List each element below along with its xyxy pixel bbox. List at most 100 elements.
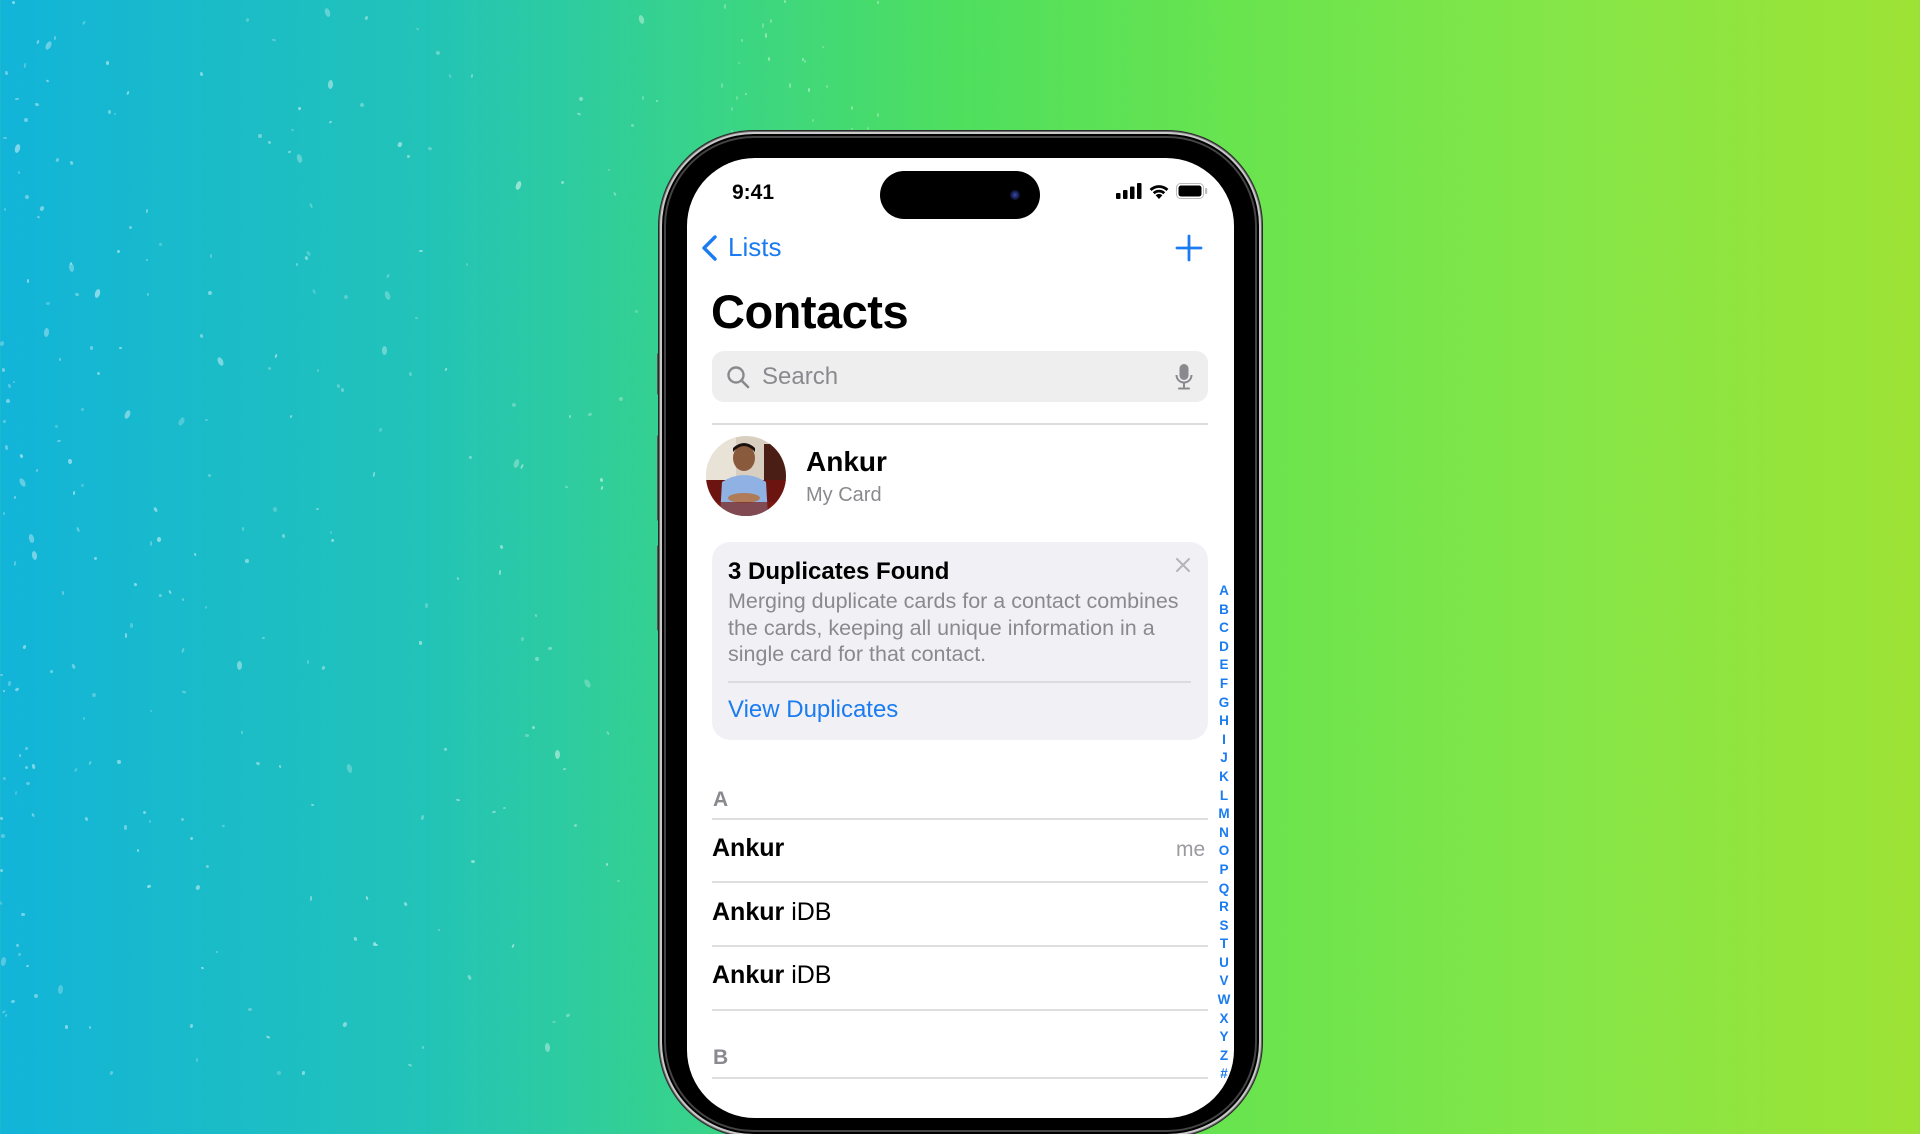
index-letter[interactable]: J bbox=[1220, 749, 1228, 768]
background-speck bbox=[520, 636, 524, 642]
plus-icon bbox=[1175, 234, 1203, 262]
index-letter[interactable]: K bbox=[1219, 768, 1229, 787]
index-letter[interactable]: H bbox=[1219, 712, 1229, 731]
background-speck bbox=[5, 397, 11, 404]
background-speck bbox=[33, 993, 38, 999]
index-letter[interactable]: L bbox=[1220, 787, 1228, 806]
background-speck bbox=[564, 485, 568, 489]
battery-icon bbox=[1176, 183, 1208, 199]
search-bar[interactable] bbox=[712, 351, 1208, 402]
background-speck bbox=[4, 1013, 9, 1018]
background-speck bbox=[1, 367, 6, 373]
view-duplicates-button[interactable]: View Duplicates bbox=[728, 696, 898, 724]
me-tag: me bbox=[1176, 838, 1206, 861]
background-speck bbox=[262, 637, 266, 640]
background-speck bbox=[24, 194, 30, 201]
contact-row[interactable]: Ankur bbox=[712, 834, 784, 863]
index-letter[interactable]: M bbox=[1218, 805, 1229, 824]
background-speck bbox=[10, 999, 16, 1005]
dismiss-banner-button[interactable] bbox=[1174, 556, 1192, 579]
background-speck bbox=[744, 92, 747, 96]
background-speck bbox=[237, 660, 243, 670]
index-letter[interactable]: V bbox=[1219, 972, 1228, 991]
index-letter[interactable]: B bbox=[1219, 601, 1229, 620]
background-speck bbox=[67, 458, 72, 464]
index-letter[interactable]: G bbox=[1219, 694, 1230, 713]
index-letter[interactable]: U bbox=[1219, 954, 1229, 973]
background-speck bbox=[306, 250, 312, 257]
dynamic-island bbox=[880, 171, 1040, 219]
background-speck bbox=[156, 537, 161, 543]
section-index[interactable]: A B C D E F G H I J K L M N O P Q R S T U V W X Y Z # bbox=[1214, 582, 1234, 1084]
background-speck bbox=[26, 278, 29, 284]
back-button[interactable]: Lists bbox=[700, 232, 781, 263]
index-letter[interactable]: X bbox=[1219, 1010, 1228, 1029]
background-speck bbox=[73, 490, 76, 496]
background-speck bbox=[565, 1013, 570, 1018]
background-speck bbox=[241, 730, 244, 734]
background-speck bbox=[189, 836, 194, 841]
background-speck bbox=[788, 83, 791, 88]
background-speck bbox=[616, 879, 621, 882]
index-letter[interactable]: C bbox=[1219, 619, 1229, 638]
background-speck bbox=[826, 85, 829, 88]
background-speck bbox=[408, 372, 413, 377]
index-letter[interactable]: S bbox=[1219, 917, 1228, 936]
wifi-icon bbox=[1149, 185, 1169, 199]
background-speck bbox=[403, 901, 409, 907]
background-speck bbox=[444, 368, 449, 372]
index-letter[interactable]: D bbox=[1219, 638, 1229, 657]
background-speck bbox=[382, 345, 388, 355]
add-contact-button[interactable] bbox=[1174, 233, 1204, 268]
background-speck bbox=[17, 952, 22, 957]
index-letter[interactable]: Q bbox=[1219, 880, 1230, 899]
index-letter[interactable]: E bbox=[1219, 656, 1228, 675]
background-speck bbox=[133, 582, 139, 587]
contact-row[interactable]: Ankur iDB bbox=[712, 898, 831, 927]
background-speck bbox=[560, 180, 565, 185]
background-speck bbox=[14, 791, 18, 797]
background-speck bbox=[721, 82, 724, 88]
index-letter[interactable]: O bbox=[1219, 842, 1230, 861]
background-speck bbox=[421, 1045, 425, 1049]
background-speck bbox=[315, 507, 319, 511]
contact-first-name: Ankur bbox=[712, 961, 785, 989]
search-input[interactable] bbox=[760, 361, 1174, 392]
background-speck bbox=[877, 1, 880, 5]
front-camera bbox=[1010, 190, 1020, 200]
background-speck bbox=[296, 153, 304, 164]
background-speck bbox=[11, 0, 16, 5]
background-speck bbox=[740, 39, 743, 43]
background-speck bbox=[288, 150, 292, 154]
index-letter[interactable]: A bbox=[1219, 582, 1229, 601]
background-speck bbox=[18, 753, 22, 757]
section-header-b: B bbox=[713, 1046, 729, 1069]
background-speck bbox=[25, 781, 30, 785]
background-speck bbox=[511, 402, 517, 408]
background-speck bbox=[56, 439, 61, 443]
background-speck bbox=[210, 253, 213, 258]
index-letter[interactable]: F bbox=[1220, 675, 1228, 694]
background-speck bbox=[323, 7, 332, 18]
index-letter[interactable]: T bbox=[1220, 935, 1228, 954]
contact-row[interactable]: Ankur iDB bbox=[712, 961, 831, 990]
microphone-icon[interactable] bbox=[1174, 363, 1194, 391]
index-letter[interactable]: W bbox=[1218, 991, 1231, 1010]
index-letter[interactable]: Y bbox=[1219, 1028, 1228, 1047]
background-speck bbox=[13, 495, 17, 500]
background-speck bbox=[276, 1070, 282, 1076]
index-letter[interactable]: R bbox=[1219, 898, 1229, 917]
background-speck bbox=[199, 333, 204, 338]
background-speck bbox=[607, 168, 611, 172]
index-letter[interactable]: I bbox=[1222, 731, 1226, 750]
background-speck bbox=[145, 208, 149, 213]
background-speck bbox=[578, 96, 584, 102]
background-speck bbox=[605, 862, 609, 866]
my-card-name[interactable]: Ankur bbox=[806, 446, 887, 478]
index-letter[interactable]: P bbox=[1219, 861, 1228, 880]
index-letter[interactable]: Z bbox=[1220, 1047, 1228, 1066]
index-letter[interactable]: # bbox=[1220, 1065, 1228, 1084]
index-letter[interactable]: N bbox=[1219, 824, 1229, 843]
background-speck bbox=[365, 895, 370, 900]
my-card-avatar[interactable] bbox=[706, 436, 786, 516]
